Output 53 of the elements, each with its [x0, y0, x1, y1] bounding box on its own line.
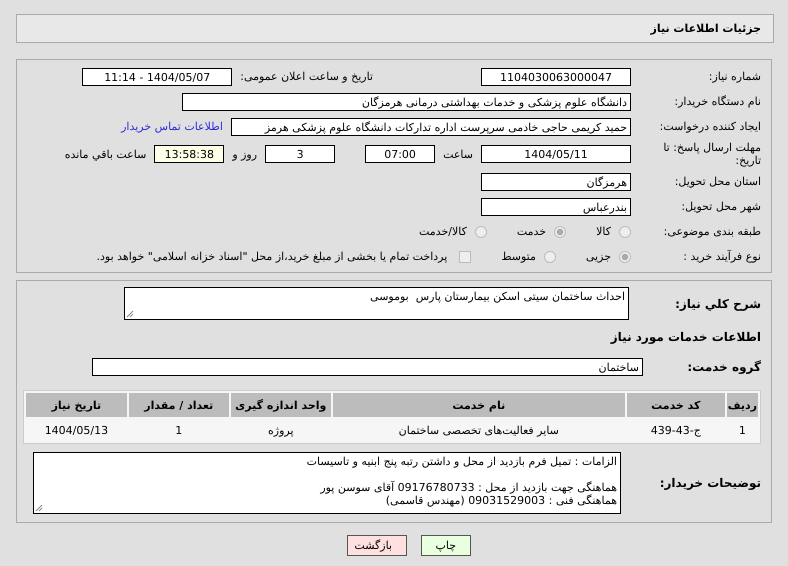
- field-label: شرح کلي نياز:: [674, 296, 761, 310]
- text-field[interactable]: بندرعباس: [481, 198, 631, 216]
- summary-textarea[interactable]: احداث ساختمان سیتی اسکن بیمارستان پارس بوموسی: [124, 287, 629, 320]
- radio-label: کالا/خدمت: [419, 225, 467, 238]
- radio-label: متوسط: [501, 250, 536, 263]
- service-group-field[interactable]: ساختمان: [92, 358, 643, 376]
- radio-button[interactable]: [544, 250, 556, 262]
- requester-field[interactable]: حمید کریمی حاجی خادمی سرپرست اداره تدارکات دانشگاه علوم پزشکی هرمز: [231, 118, 631, 136]
- field-label: توضیحات خریدار:: [658, 476, 761, 490]
- field-label: ساعت باقي مانده: [64, 148, 146, 160]
- radio-button[interactable]: [619, 226, 631, 238]
- field-label: استان محل تحویل:: [674, 175, 761, 188]
- back-button[interactable]: بازگشت: [347, 535, 407, 556]
- need-number-field[interactable]: 1104030063000047: [481, 68, 631, 86]
- radio-button[interactable]: [619, 250, 631, 262]
- resize-grip-icon[interactable]: [35, 504, 43, 512]
- days-field[interactable]: 3: [265, 145, 336, 163]
- page-title: جزئیات اطلاعات نیاز: [650, 22, 761, 35]
- remaining-time-field[interactable]: 13:58:38: [154, 145, 224, 163]
- field-label: نام دستگاه خریدار:: [673, 95, 761, 108]
- field-label: ایجاد کننده درخواست:: [658, 120, 761, 133]
- radio-button[interactable]: [474, 226, 487, 238]
- announce-date-field[interactable]: 1404/05/07 - 11:14: [82, 68, 232, 86]
- field-label: نوع فرآیند خرید :: [682, 250, 761, 263]
- field-label: تاریخ و ساعت اعلان عمومی:: [240, 70, 373, 83]
- field-label: شماره نیاز:: [708, 70, 761, 83]
- text-field[interactable]: هرمزگان: [481, 172, 631, 190]
- deadline-time-field[interactable]: 07:00: [365, 145, 436, 163]
- field-label: طبقه بندی موضوعی:: [662, 225, 761, 238]
- deadline-date-field[interactable]: 1404/05/11: [481, 145, 631, 163]
- resize-grip-icon[interactable]: [126, 310, 134, 318]
- checkbox[interactable]: [459, 250, 472, 262]
- field-label: روز و: [232, 148, 258, 160]
- radio-button[interactable]: [554, 226, 566, 238]
- column-header: تعداد / مقدار: [128, 393, 229, 417]
- buyer-org-field[interactable]: دانشگاه علوم پزشکی و خدمات بهداشتی درمانی هرمزگان: [182, 92, 631, 110]
- column-header: واحد اندازه گیری: [230, 393, 331, 417]
- column-header: کد خدمت: [626, 393, 725, 417]
- field-label: مهلت ارسال پاسخ: تا تاریخ:: [662, 141, 761, 167]
- print-button[interactable]: چاپ: [421, 535, 471, 556]
- field-label: شهر محل تحویل:: [680, 200, 761, 213]
- notes-textarea[interactable]: الزامات : تمیل فرم بازدید از محل و داشتن رتبه پنج ابنیه و تاسیسات هماهنگی جهت بازدید از محل : 09176780733 آقای سوسن پور هماهنگی فنی : 09031529003 (مهندس قاسمی): [33, 452, 621, 514]
- column-header: تاریخ نیاز: [26, 393, 127, 417]
- contact-link[interactable]: اطلاعات تماس خریدار: [121, 120, 223, 133]
- section-heading: اطلاعات خدمات مورد نیاز: [609, 330, 761, 344]
- column-header: ردیف: [726, 393, 758, 417]
- radio-label: جزیی: [586, 250, 611, 263]
- checkbox-label: پرداخت تمام یا بخشی از مبلغ خرید،از محل "اسناد خزانه اسلامی" خواهد بود.: [96, 250, 448, 263]
- radio-label: کالا: [596, 225, 611, 238]
- column-header: نام خدمت: [332, 393, 625, 417]
- field-label: ساعت: [443, 148, 473, 160]
- field-label: گروه خدمت:: [686, 360, 761, 374]
- radio-label: خدمت: [516, 225, 546, 238]
